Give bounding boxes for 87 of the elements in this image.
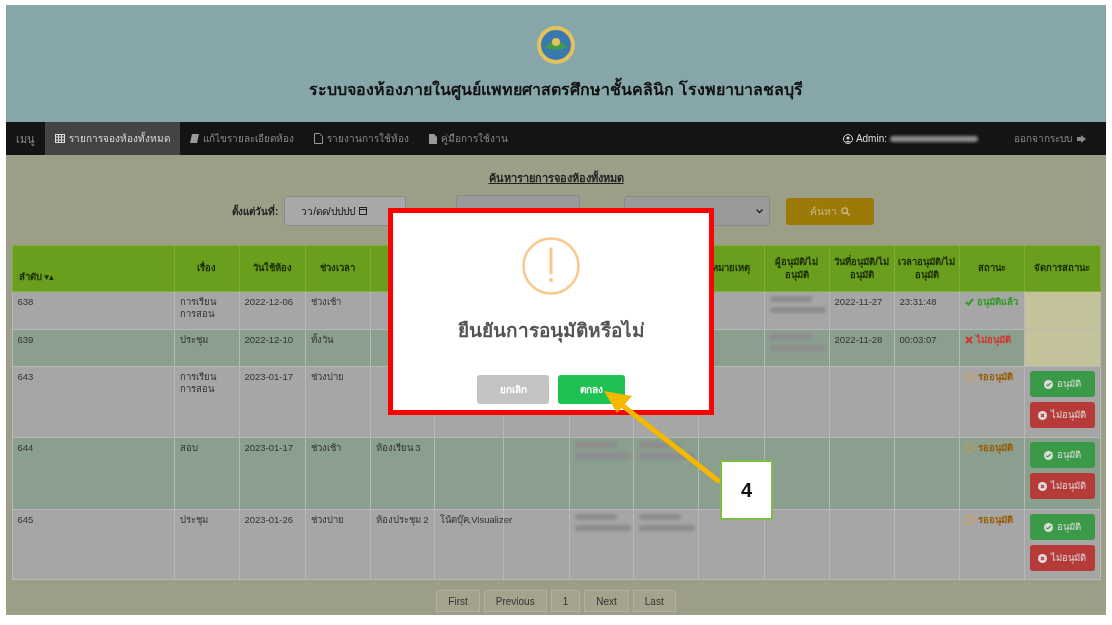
cross-circle-icon xyxy=(1038,410,1047,420)
nav-tab[interactable]: แก้ไขรายละเอียดห้อง xyxy=(180,122,304,155)
status-label: รออนุมัติ xyxy=(964,442,1019,455)
check-circle-icon xyxy=(1043,450,1053,460)
column-header: เรื่อง xyxy=(197,262,216,274)
approve-button[interactable]: อนุมัติ xyxy=(1029,371,1095,397)
table-cell: 645 xyxy=(17,514,34,525)
user-icon xyxy=(842,133,853,144)
status-label: รออนุมัติ xyxy=(964,514,1019,527)
nav-tab[interactable]: คู่มือการใช้งาน xyxy=(419,122,518,155)
page-button[interactable]: First xyxy=(436,590,480,612)
table-cell: สอบ xyxy=(179,442,198,453)
cross-circle-icon xyxy=(1038,481,1047,491)
spinner-icon xyxy=(964,443,975,454)
table-cell: 2023-01-17 xyxy=(244,371,294,382)
table-cell: 2023-01-17 xyxy=(244,442,294,453)
status-label: รออนุมัติ xyxy=(964,371,1019,384)
table-cell: ช่วงบ่าย xyxy=(310,371,344,382)
table-cell: ประชุม xyxy=(179,334,208,345)
table-cell: 2022-12-06 xyxy=(244,296,294,307)
approve-button[interactable]: อนุมัติ xyxy=(1029,442,1095,468)
from-date-label: ตั้งแต่วันที่: xyxy=(232,203,279,219)
column-header: สถานะ xyxy=(977,262,1006,274)
search-title: ค้นหารายการจองห้องทั้งหมด xyxy=(488,169,624,186)
sign-out-icon xyxy=(1077,134,1086,143)
emblem-logo xyxy=(536,25,576,65)
nav-tab[interactable]: รายงานการใช้ห้อง xyxy=(304,122,419,155)
table-cell: 2022-11-27 xyxy=(834,296,883,307)
page-title: ระบบจองห้องภายในศูนย์แพทยศาสตรศึกษาชั้นคลินิก โรงพยาบาลชลบุรี xyxy=(309,77,803,102)
page-button[interactable]: 1 xyxy=(550,590,581,612)
menu-label: เมนู xyxy=(15,131,36,148)
book-icon xyxy=(190,134,199,143)
table-cell: 2023-01-26 xyxy=(244,514,294,525)
table-cell: ห้องประชุม 2 xyxy=(375,514,429,525)
page-button[interactable]: Previous xyxy=(483,590,547,612)
cross-circle-icon xyxy=(1038,553,1047,563)
table-cell: 643 xyxy=(17,371,34,382)
column-header: วันใช้ห้อง xyxy=(252,262,292,274)
reject-button[interactable]: ไม่อนุมัติ xyxy=(1029,473,1095,499)
spinner-icon xyxy=(964,372,975,383)
table-cell: ช่วงบ่าย xyxy=(310,514,344,525)
table-cell: ช่วงเช้า xyxy=(310,442,341,453)
column-header[interactable]: ลำดับ ▾▴ xyxy=(18,270,54,282)
table-cell: ประชุม xyxy=(179,514,208,525)
column-header: วันที่อนุมัติ/ไม่อนุมัติ xyxy=(834,256,889,280)
table-cell: การเรียน การสอน xyxy=(179,296,216,320)
table-icon xyxy=(55,134,65,143)
table-cell: 2022-11-28 xyxy=(834,334,883,345)
table-cell: ห้องเรียน 3 xyxy=(375,442,421,453)
calendar-icon xyxy=(358,207,367,215)
table-cell: 644 xyxy=(17,442,34,453)
status-label: อนุมัติแล้ว xyxy=(964,296,1019,309)
nav-tab[interactable]: รายการจองห้องทั้งหมด xyxy=(45,122,180,155)
page-button[interactable]: Last xyxy=(632,590,676,612)
check-circle-icon xyxy=(1043,379,1053,389)
column-header: ผู้อนุมัติ/ไม่อนุมัติ xyxy=(774,256,819,280)
table-cell: 639 xyxy=(17,334,34,345)
reject-button[interactable]: ไม่อนุมัติ xyxy=(1029,545,1095,571)
table-cell: โน้ตบุ๊ค,Visualizer xyxy=(439,514,513,525)
column-header: เวลาอนุมัติ/ไม่อนุมัติ xyxy=(898,256,955,280)
file-icon xyxy=(314,133,323,144)
cross-icon xyxy=(964,336,973,345)
table-cell: 00:03:07 xyxy=(899,334,937,345)
dialog-title: ยืนยันการอนุมัติหรือไม่ xyxy=(457,319,645,345)
table-cell: 23:31:48 xyxy=(899,296,937,307)
table-cell: ช่วงเช้า xyxy=(310,296,341,307)
column-header: จัดการสถานะ xyxy=(1034,262,1090,274)
table-cell: 638 xyxy=(17,296,34,307)
status-label: ไม่อนุมัติ xyxy=(964,334,1019,347)
warning-icon xyxy=(522,237,580,295)
from-date-field[interactable]: วว/ดด/ปปปป xyxy=(284,196,407,226)
document-icon xyxy=(429,133,437,144)
logout-link[interactable]: ออกจากระบบ xyxy=(1008,130,1092,147)
check-circle-icon xyxy=(1043,522,1053,532)
page-button[interactable]: Next xyxy=(584,590,629,612)
step-number: 4 xyxy=(720,460,773,520)
table-cell: 2022-12-10 xyxy=(244,334,294,345)
chevron-icon xyxy=(756,208,764,214)
column-header: ช่วงเวลา xyxy=(320,262,355,274)
user-label: Admin: xyxy=(855,133,887,144)
table-cell: การเรียน การสอน xyxy=(179,371,216,395)
reject-button[interactable]: ไม่อนุมัติ xyxy=(1029,402,1095,428)
table-cell: ทั้งวัน xyxy=(310,334,333,345)
check-icon xyxy=(964,298,974,307)
approve-button[interactable]: อนุมัติ xyxy=(1029,514,1095,540)
spinner-icon xyxy=(964,515,975,526)
search-icon xyxy=(841,206,851,216)
